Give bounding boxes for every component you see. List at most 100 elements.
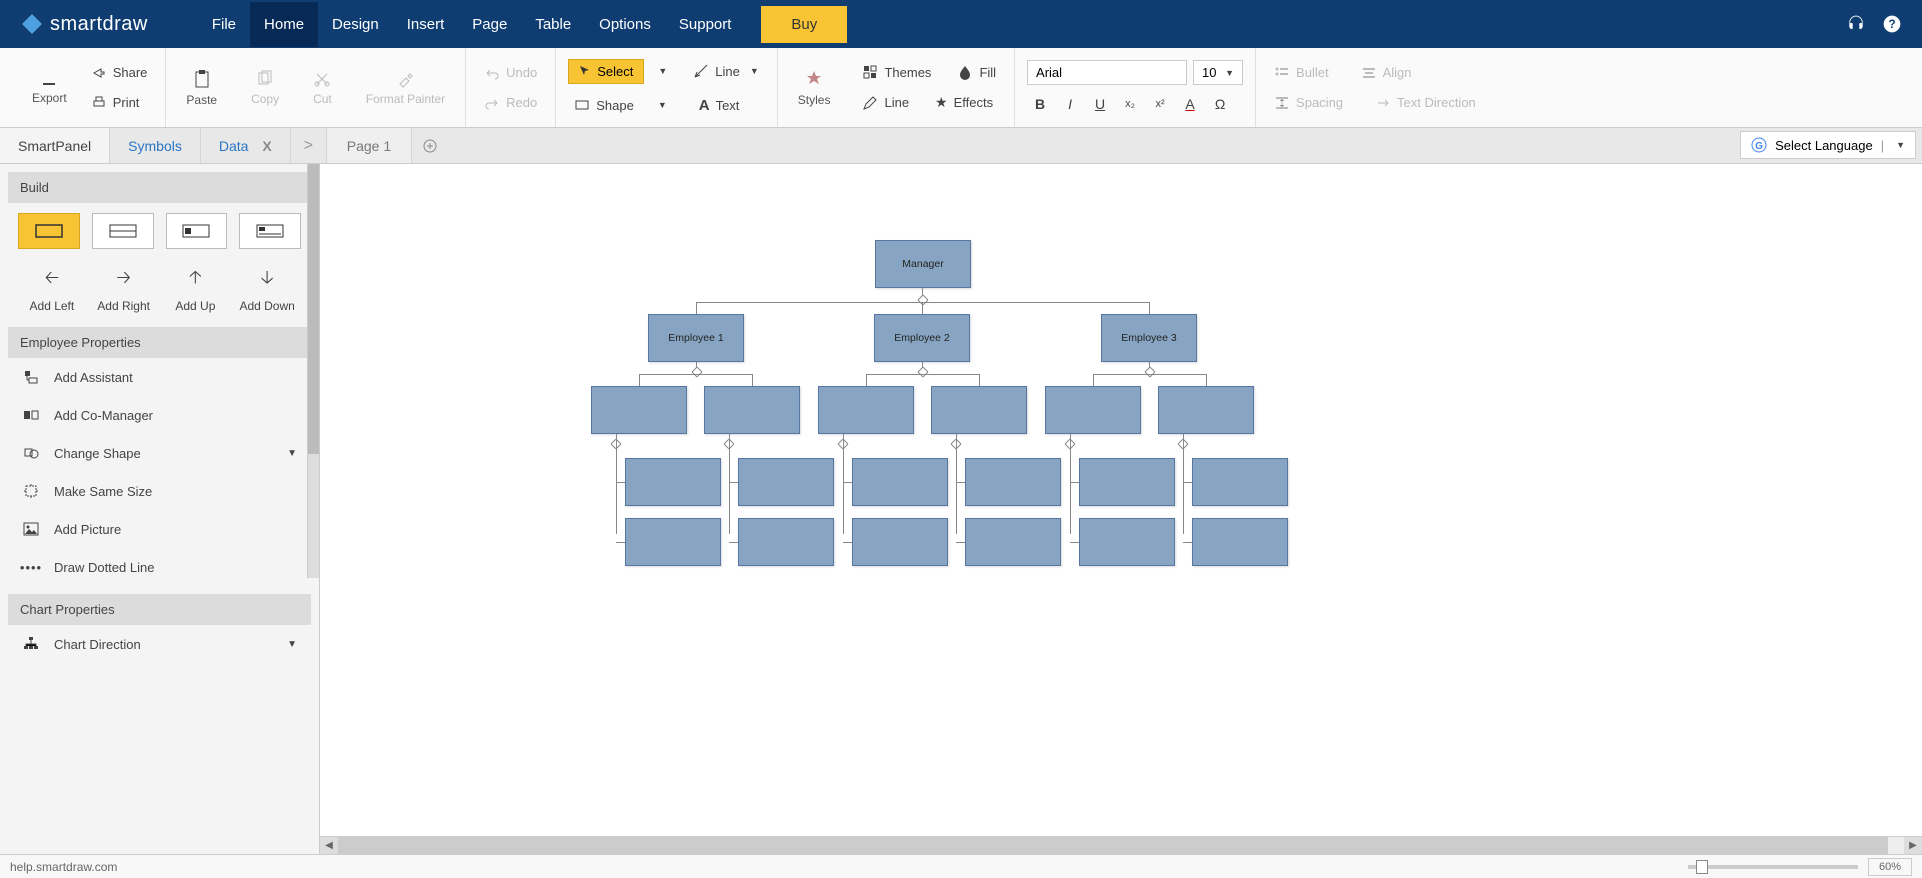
org-node-blank[interactable] [852, 458, 948, 506]
tab-data[interactable]: Data X [201, 128, 291, 163]
org-node-blank[interactable] [965, 518, 1061, 566]
help-icon[interactable]: ? [1882, 14, 1902, 34]
buy-button[interactable]: Buy [761, 6, 847, 43]
org-node-blank[interactable] [818, 386, 914, 434]
menu-page[interactable]: Page [458, 2, 521, 47]
export-button[interactable]: Export [24, 67, 75, 109]
scroll-left-button[interactable]: ◀ [320, 837, 338, 854]
print-button[interactable]: Print [85, 92, 154, 114]
scroll-track[interactable] [338, 837, 1904, 854]
headset-icon[interactable] [1846, 14, 1866, 34]
tab-smartpanel[interactable]: SmartPanel [0, 128, 110, 163]
org-node-blank[interactable] [852, 518, 948, 566]
styles-button[interactable]: Styles [790, 65, 839, 111]
org-node-blank[interactable] [931, 386, 1027, 434]
org-node-blank[interactable] [625, 518, 721, 566]
share-button[interactable]: Share [85, 62, 154, 84]
symbol-button[interactable]: Ω [1207, 93, 1233, 115]
menu-design[interactable]: Design [318, 2, 393, 47]
line-dropdown[interactable]: ▼ [750, 66, 759, 76]
cut-button[interactable]: Cut [305, 66, 340, 110]
language-selector[interactable]: G Select Language | ▼ [1740, 131, 1916, 159]
org-node-blank[interactable] [1192, 458, 1288, 506]
org-node-employee2[interactable]: Employee 2 [874, 314, 970, 362]
align-button[interactable]: Align [1355, 62, 1418, 84]
shape-dropdown[interactable]: ▼ [658, 100, 667, 110]
shape-tool-button[interactable]: Shape ▼ [568, 94, 673, 116]
canvas-area[interactable]: Manager Employee 1 Employee 2 Employee 3 [320, 164, 1922, 854]
add-down-button[interactable]: 🡣Add Down [231, 265, 303, 313]
scroll-right-button[interactable]: ▶ [1904, 837, 1922, 854]
page-tab-1[interactable]: Page 1 [327, 128, 412, 163]
themes-button[interactable]: Themes [856, 61, 937, 83]
text-direction-button[interactable]: Text Direction [1369, 92, 1482, 114]
font-size-select[interactable]: 10 ▼ [1193, 60, 1243, 85]
line-style-button[interactable]: Line [856, 92, 915, 114]
zoom-slider-thumb[interactable] [1696, 860, 1708, 874]
text-tool-button[interactable]: A Text [693, 94, 746, 117]
format-painter-button[interactable]: Format Painter [358, 66, 453, 110]
org-node-blank[interactable] [1192, 518, 1288, 566]
make-same-size-button[interactable]: Make Same Size [8, 472, 311, 510]
org-node-blank[interactable] [591, 386, 687, 434]
org-node-blank[interactable] [1158, 386, 1254, 434]
font-name-input[interactable] [1027, 60, 1187, 85]
scroll-thumb[interactable] [338, 837, 1888, 854]
line-tool-button[interactable]: Line ▼ [687, 60, 765, 82]
org-node-employee1[interactable]: Employee 1 [648, 314, 744, 362]
underline-button[interactable]: U [1087, 93, 1113, 115]
horizontal-scrollbar[interactable]: ◀ ▶ [320, 836, 1922, 854]
build-shape-badge2[interactable] [239, 213, 301, 249]
italic-button[interactable]: I [1057, 93, 1083, 115]
fill-button[interactable]: Fill [951, 61, 1002, 83]
change-shape-button[interactable]: Change Shape▼ [8, 434, 311, 472]
menu-options[interactable]: Options [585, 2, 665, 47]
add-assistant-button[interactable]: Add Assistant [8, 358, 311, 396]
build-shape-split[interactable] [92, 213, 154, 249]
bold-button[interactable]: B [1027, 93, 1053, 115]
tab-symbols[interactable]: Symbols [110, 128, 201, 163]
menu-table[interactable]: Table [521, 2, 585, 47]
sidebar-scrollbar[interactable] [307, 164, 319, 578]
select-tool-button[interactable]: Select [568, 59, 644, 84]
connector-handle[interactable] [917, 294, 928, 305]
paste-button[interactable]: Paste [178, 65, 225, 111]
org-node-manager[interactable]: Manager [875, 240, 971, 288]
add-left-button[interactable]: 🡠Add Left [16, 265, 88, 313]
connector-handle[interactable] [1144, 366, 1155, 377]
org-node-blank[interactable] [625, 458, 721, 506]
zoom-slider[interactable] [1688, 865, 1858, 869]
connector-handle[interactable] [691, 366, 702, 377]
org-node-employee3[interactable]: Employee 3 [1101, 314, 1197, 362]
connector-handle[interactable] [917, 366, 928, 377]
build-shape-box[interactable] [18, 213, 80, 249]
close-icon[interactable]: X [262, 138, 271, 154]
undo-button[interactable]: Undo [478, 62, 543, 84]
menu-insert[interactable]: Insert [393, 2, 459, 47]
effects-button[interactable]: ★ Effects [929, 91, 999, 114]
org-node-blank[interactable] [738, 458, 834, 506]
add-picture-button[interactable]: Add Picture [8, 510, 311, 548]
menu-file[interactable]: File [198, 2, 250, 47]
menu-home[interactable]: Home [250, 2, 318, 47]
select-dropdown[interactable]: ▼ [658, 66, 667, 76]
add-right-button[interactable]: 🡢Add Right [88, 265, 160, 313]
redo-button[interactable]: Redo [478, 92, 543, 114]
bullet-button[interactable]: Bullet [1268, 62, 1335, 84]
build-shape-badge[interactable] [166, 213, 228, 249]
subscript-button[interactable]: x₂ [1117, 93, 1143, 115]
org-node-blank[interactable] [965, 458, 1061, 506]
add-page-button[interactable] [412, 128, 448, 163]
org-node-blank[interactable] [738, 518, 834, 566]
menu-support[interactable]: Support [665, 2, 746, 47]
org-node-blank[interactable] [1045, 386, 1141, 434]
add-comanager-button[interactable]: Add Co-Manager [8, 396, 311, 434]
superscript-button[interactable]: x² [1147, 93, 1173, 115]
scrollbar-thumb[interactable] [308, 164, 319, 454]
spacing-button[interactable]: Spacing [1268, 92, 1349, 114]
copy-button[interactable]: Copy [243, 66, 287, 110]
org-node-blank[interactable] [1079, 458, 1175, 506]
org-node-blank[interactable] [704, 386, 800, 434]
font-color-button[interactable]: A [1177, 93, 1203, 115]
chart-direction-button[interactable]: Chart Direction▼ [8, 625, 311, 663]
